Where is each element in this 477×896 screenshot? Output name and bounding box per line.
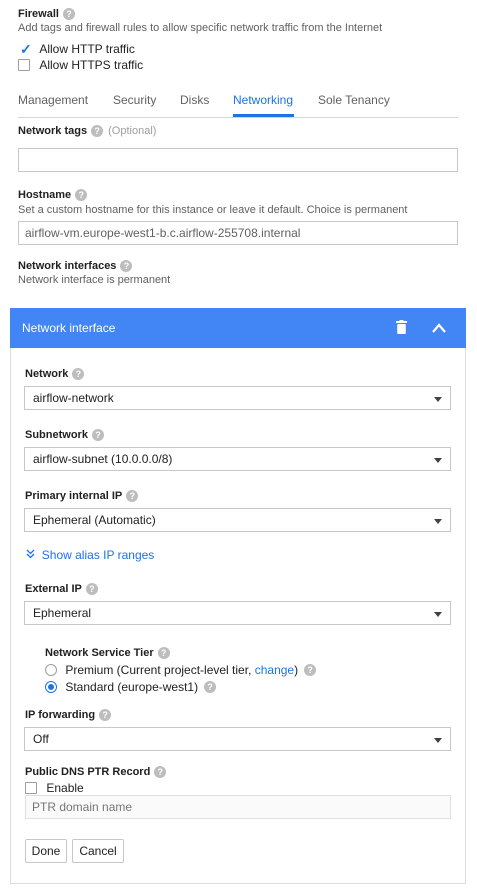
standard-tier-option[interactable]: Standard (europe-west1)? [45,679,217,694]
premium-tier-label: Premium (Current project-level tier, cha… [65,663,298,677]
primary-ip-select[interactable]: Ephemeral (Automatic) [24,508,451,532]
ip-forwarding-select-value: Off [33,732,49,746]
network-select[interactable]: airflow-network [24,386,451,410]
help-icon[interactable]: ? [126,490,139,503]
external-ip-select-value: Ephemeral [33,606,92,620]
help-icon[interactable]: ? [157,647,170,660]
network-service-tier-label: Network Service Tier? [45,647,170,660]
public-dns-ptr-label: Public DNS PTR Record? [25,766,167,779]
network-tags-label: Network tags? (Optional) [18,125,157,138]
subnetwork-label-text: Subnetwork [25,429,88,441]
firewall-description: Add tags and firewall rules to allow spe… [18,22,383,34]
help-icon[interactable]: ? [62,8,75,21]
help-icon[interactable]: ? [154,766,167,779]
subnetwork-label: Subnetwork? [25,429,104,442]
check-icon: ✓ [20,40,32,57]
help-icon[interactable]: ? [91,429,104,442]
network-label: Network? [25,368,85,381]
dropdown-caret-icon [434,458,442,463]
standard-tier-label: Standard (europe-west1) [65,679,199,694]
premium-tier-text: Premium (Current project-level tier, [65,662,255,677]
network-interfaces-label: Network interfaces? [18,260,133,273]
show-alias-ip-ranges-text: Show alias IP ranges [41,548,155,562]
firewall-title: Firewall? [18,8,75,21]
primary-ip-label-text: Primary internal IP [25,490,123,502]
optional-hint: (Optional) [108,125,157,137]
network-select-value: airflow-network [33,391,114,405]
standard-tier-radio[interactable] [45,680,57,693]
show-alias-ip-ranges-link[interactable]: Show alias IP ranges [26,548,154,562]
dropdown-caret-icon [434,519,442,524]
network-interface-panel-header: Network interface [10,308,466,348]
help-icon[interactable]: ? [75,189,88,202]
help-icon[interactable]: ? [91,125,104,138]
dns-enable-label: Enable [46,780,84,795]
network-tags-label-text: Network tags [18,125,88,137]
collapse-chevron-icon[interactable] [432,322,446,336]
allow-http-label: Allow HTTP traffic [39,41,135,56]
tab-security[interactable]: Security [113,93,156,107]
hostname-label: Hostname? [18,189,88,202]
network-label-text: Network [25,368,69,380]
tab-disks[interactable]: Disks [180,93,209,107]
public-dns-ptr-label-text: Public DNS PTR Record [25,766,151,778]
dropdown-caret-icon [434,738,442,743]
help-icon[interactable]: ? [120,260,133,273]
network-tags-input[interactable] [18,148,458,172]
hostname-description: Set a custom hostname for this instance … [18,204,408,216]
network-interfaces-label-text: Network interfaces [18,260,117,272]
panel-title: Network interface [22,321,116,335]
tab-sole-tenancy[interactable]: Sole Tenancy [318,93,390,107]
dropdown-caret-icon [434,612,442,617]
help-icon[interactable]: ? [304,663,317,676]
premium-tier-close: ) [294,662,299,677]
ip-forwarding-label: IP forwarding? [25,709,112,722]
double-chevron-down-icon [26,549,38,562]
primary-ip-select-value: Ephemeral (Automatic) [33,513,156,527]
done-button[interactable]: Done [25,839,67,863]
cancel-button[interactable]: Cancel [72,839,124,863]
external-ip-label: External IP? [25,583,98,596]
help-icon[interactable]: ? [85,583,98,596]
dns-enable-checkbox-row[interactable]: Enable [25,780,84,795]
premium-tier-option[interactable]: Premium (Current project-level tier, cha… [45,662,317,677]
help-icon[interactable]: ? [204,680,217,693]
change-tier-link[interactable]: change [255,663,294,677]
firewall-title-text: Firewall [18,8,59,20]
ip-forwarding-select[interactable]: Off [24,727,451,751]
active-tab-indicator [233,114,294,117]
help-icon[interactable]: ? [72,368,85,381]
allow-http-checkbox[interactable]: ✓ [18,40,32,57]
external-ip-select[interactable]: Ephemeral [24,601,451,625]
tab-management[interactable]: Management [18,93,88,107]
primary-ip-label: Primary internal IP? [25,490,139,503]
subnetwork-select-value: airflow-subnet (10.0.0.0/8) [33,452,173,466]
external-ip-label-text: External IP [25,583,82,595]
ip-forwarding-label-text: IP forwarding [25,709,96,721]
ptr-domain-name-input[interactable] [25,795,451,819]
delete-icon[interactable] [396,320,407,337]
tab-networking[interactable]: Networking [233,93,293,107]
premium-tier-radio[interactable] [45,663,57,676]
allow-https-label: Allow HTTPS traffic [39,57,144,72]
dropdown-caret-icon [434,397,442,402]
allow-http-checkbox-row[interactable]: ✓ Allow HTTP traffic [18,40,135,57]
hostname-input[interactable] [18,221,458,245]
dns-enable-checkbox[interactable] [25,781,37,794]
allow-https-checkbox-row[interactable]: Allow HTTPS traffic [18,57,144,72]
hostname-label-text: Hostname [18,189,72,201]
tab-bar: Management Security Disks Networking Sol… [18,88,458,118]
allow-https-checkbox[interactable] [18,58,30,71]
help-icon[interactable]: ? [99,709,112,722]
network-interfaces-description: Network interface is permanent [18,274,171,286]
network-service-tier-label-text: Network Service Tier [45,647,154,659]
subnetwork-select[interactable]: airflow-subnet (10.0.0.0/8) [24,447,451,471]
